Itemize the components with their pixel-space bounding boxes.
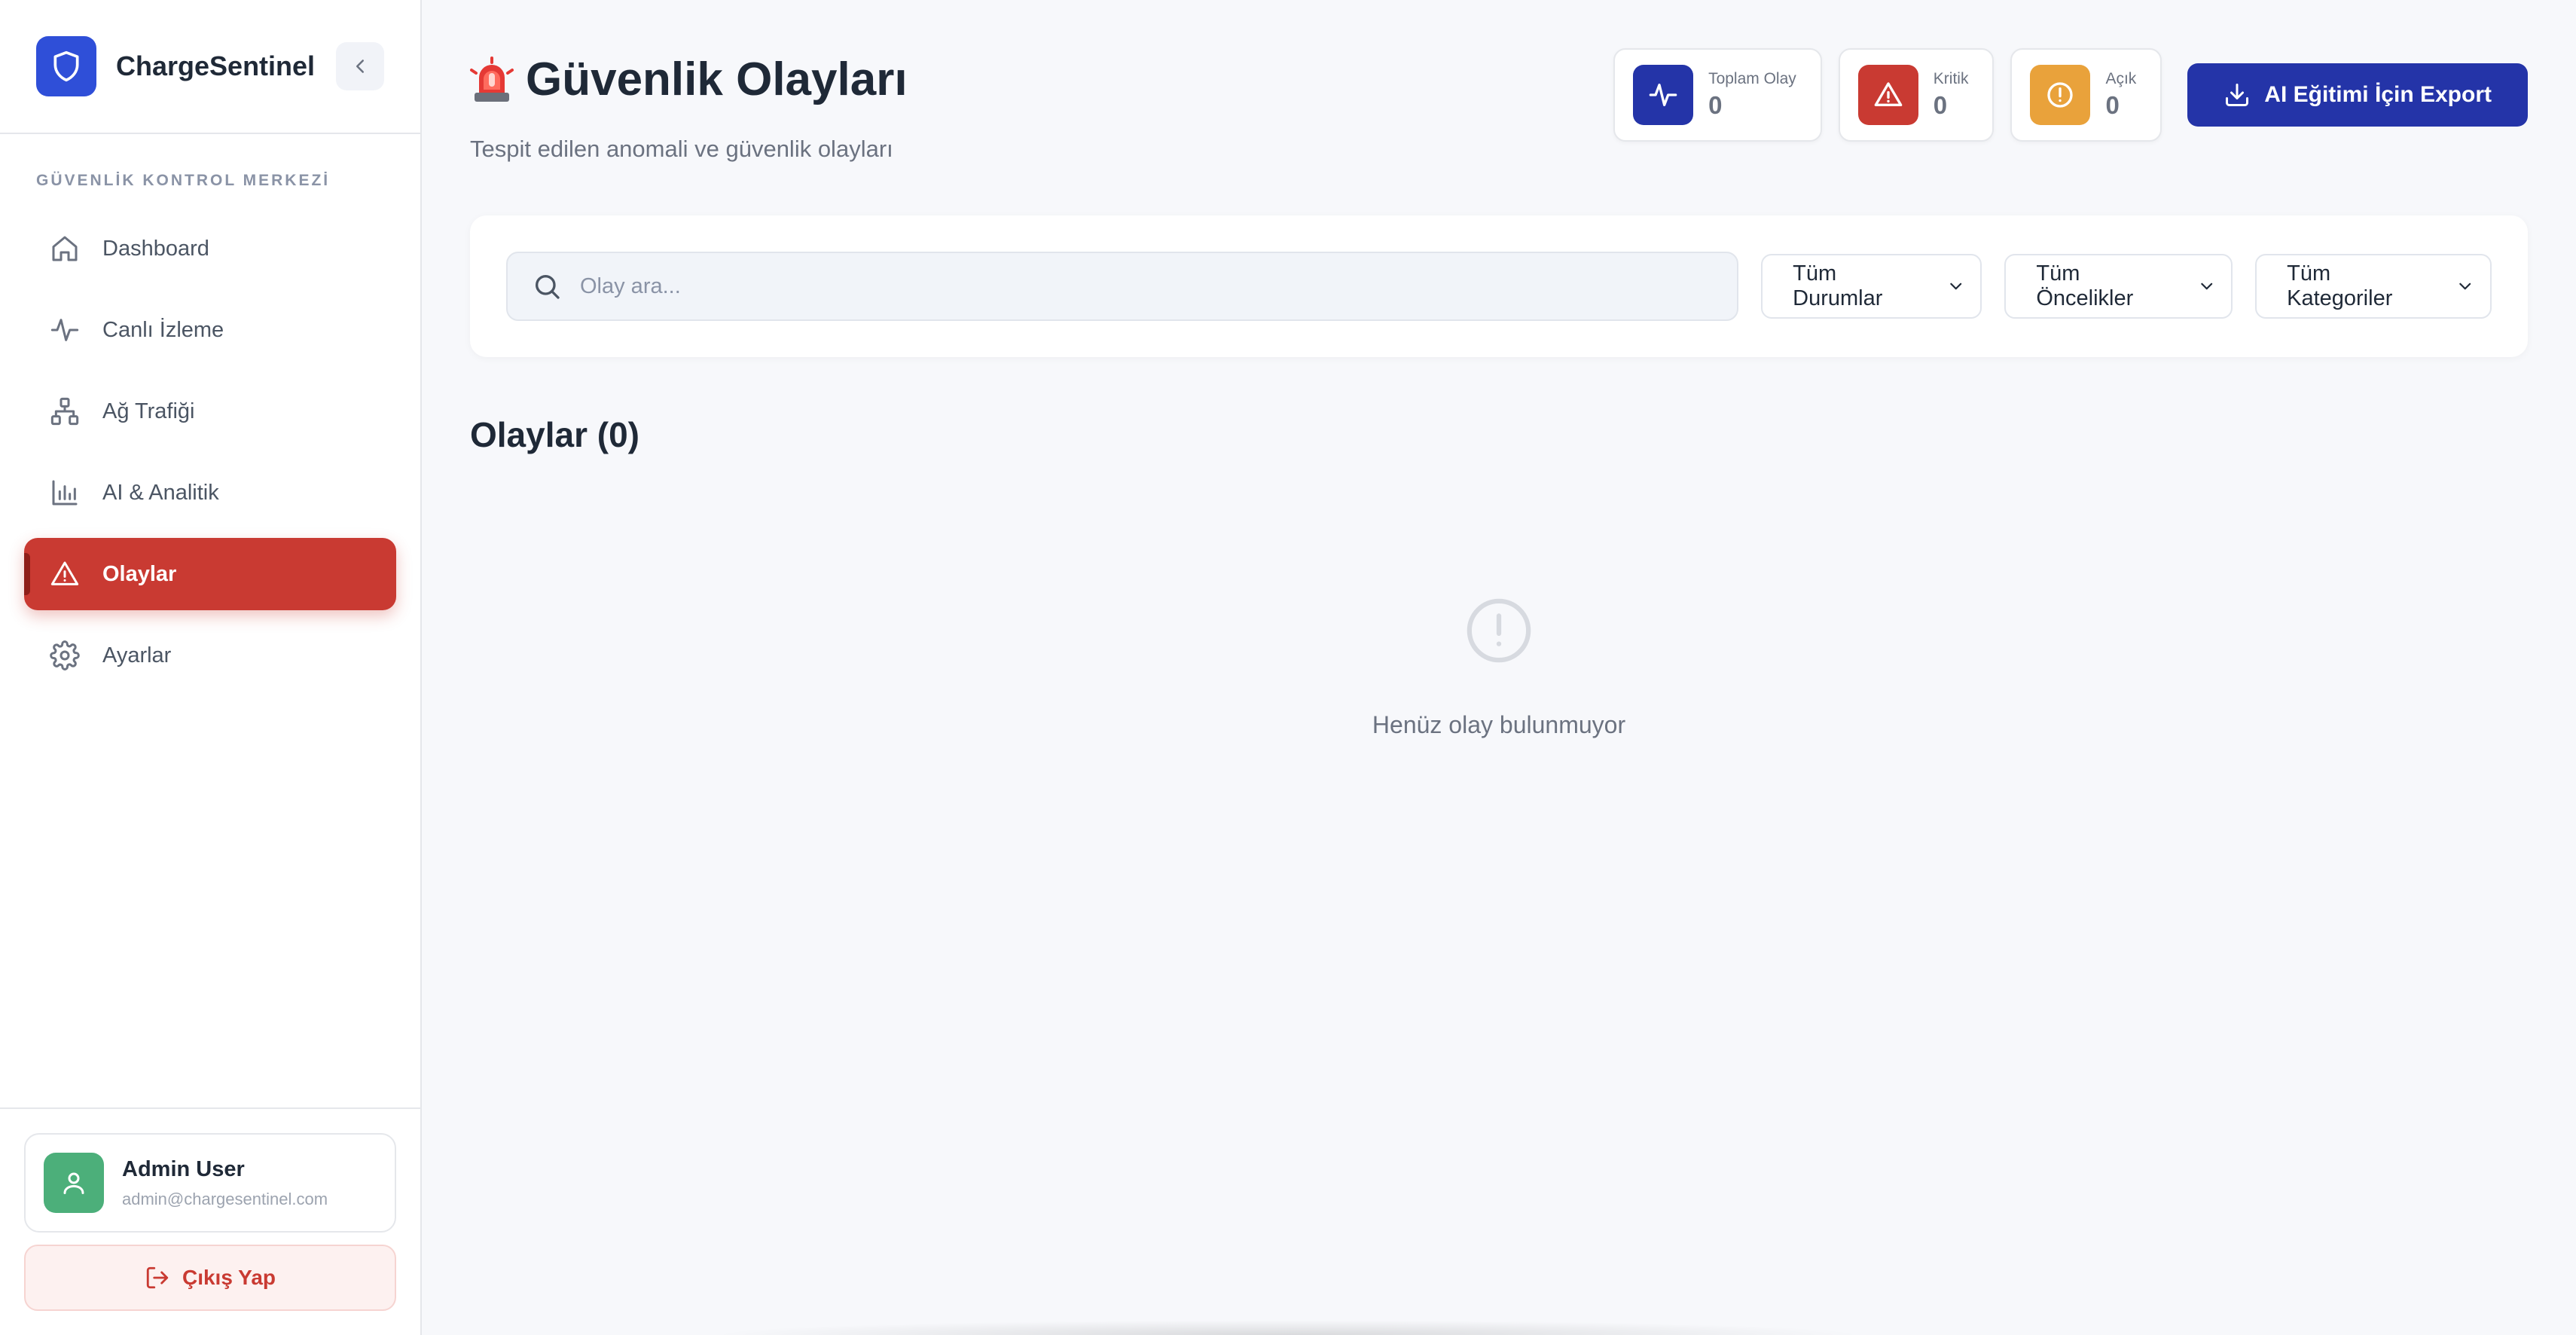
siren-icon	[470, 56, 514, 102]
category-select[interactable]: Tüm Kategoriler	[2255, 254, 2492, 319]
export-label: AI Eğitimi İçin Export	[2264, 82, 2492, 107]
app-root: ChargeSentinel GÜVENLİK KONTROL MERKEZİ …	[0, 0, 2576, 1335]
sidebar-item-label: Ayarlar	[102, 643, 172, 668]
logout-label: Çıkış Yap	[182, 1266, 276, 1289]
empty-state: Henüz olay bulunmuyor	[422, 595, 2576, 739]
empty-state-text: Henüz olay bulunmuyor	[1372, 711, 1626, 738]
sidebar-item-events[interactable]: Olaylar	[24, 538, 396, 610]
filter-panel: Tüm Durumlar Tüm Öncelikler Tüm Kategori…	[470, 215, 2528, 357]
sidebar: ChargeSentinel GÜVENLİK KONTROL MERKEZİ …	[0, 0, 422, 1335]
bottom-shadow	[708, 1320, 1868, 1335]
warning-triangle-icon	[48, 558, 81, 591]
sidebar-item-network-traffic[interactable]: Ağ Trafiği	[24, 375, 396, 448]
collapse-sidebar-button[interactable]	[336, 42, 384, 90]
activity-icon	[48, 313, 81, 347]
stat-value: 0	[1933, 91, 1948, 119]
alert-circle-icon	[2030, 65, 2091, 125]
status-select[interactable]: Tüm Durumlar	[1761, 254, 1982, 319]
stat-text: Açık 0	[2105, 70, 2136, 120]
shield-icon	[36, 36, 96, 96]
page-title-row: Güvenlik Olayları	[470, 53, 908, 106]
gear-icon	[48, 639, 81, 672]
sidebar-item-label: Olaylar	[102, 561, 177, 586]
export-button[interactable]: AI Eğitimi İçin Export	[2187, 63, 2528, 127]
sidebar-nav: Dashboard Canlı İzleme Ağ Trafiği AI & A…	[0, 212, 420, 692]
user-email: admin@chargesentinel.com	[122, 1189, 328, 1208]
sidebar-item-ai-analytics[interactable]: AI & Analitik	[24, 457, 396, 529]
stat-label: Kritik	[1933, 70, 1969, 87]
section-title: GÜVENLİK KONTROL MERKEZİ	[36, 172, 331, 189]
home-icon	[48, 232, 81, 265]
stat-text: Toplam Olay 0	[1708, 70, 1796, 120]
stat-value: 0	[2105, 91, 2120, 119]
chevron-down-icon	[2459, 283, 2471, 290]
user-info: Admin User admin@chargesentinel.com	[122, 1157, 328, 1209]
logout-icon	[146, 1266, 169, 1289]
sidebar-item-dashboard[interactable]: Dashboard	[24, 212, 396, 285]
alert-circle-icon	[1467, 598, 1531, 663]
sidebar-item-settings[interactable]: Ayarlar	[24, 619, 396, 692]
events-section-title: Olaylar (0)	[470, 415, 639, 454]
stat-card-open: Açık 0	[2010, 48, 2162, 142]
warning-triangle-icon	[1857, 65, 1918, 125]
user-name: Admin User	[122, 1156, 245, 1181]
user-icon	[63, 1172, 84, 1194]
priority-select-value: Tüm Öncelikler	[2036, 261, 2134, 310]
chevron-left-icon	[356, 60, 364, 73]
sidebar-item-label: AI & Analitik	[102, 480, 219, 505]
priority-select[interactable]: Tüm Öncelikler	[2004, 254, 2233, 319]
stats-bar: Toplam Olay 0 Kritik 0 Açık 0 AI Eğitimi…	[1613, 48, 2528, 142]
main-content: Güvenlik Olayları Tespit edilen anomali …	[422, 0, 2576, 1335]
activity-icon	[1633, 65, 1694, 125]
stat-text: Kritik 0	[1934, 70, 1969, 120]
network-icon	[48, 395, 81, 428]
stat-label: Toplam Olay	[1708, 70, 1796, 87]
brand-name: ChargeSentinel	[116, 50, 316, 81]
sidebar-item-label: Ağ Trafiği	[102, 399, 195, 423]
sidebar-item-label: Dashboard	[102, 236, 209, 261]
stat-label: Açık	[2105, 70, 2137, 87]
search-input[interactable]	[580, 273, 1710, 299]
stat-value: 0	[1708, 91, 1723, 119]
stat-card-total-events: Toplam Olay 0	[1613, 48, 1822, 142]
status-select-value: Tüm Durumlar	[1793, 261, 1883, 310]
sidebar-item-live-monitoring[interactable]: Canlı İzleme	[24, 294, 396, 366]
search-icon	[536, 275, 560, 299]
logout-button[interactable]: Çıkış Yap	[24, 1245, 396, 1311]
category-select-value: Tüm Kategoriler	[2287, 261, 2393, 310]
download-icon	[2226, 84, 2249, 106]
page-title: Güvenlik Olayları	[526, 53, 908, 105]
page-subtitle: Tespit edilen anomali ve güvenlik olayla…	[470, 136, 893, 162]
sidebar-footer: Admin User admin@chargesentinel.com Çıkı…	[0, 1107, 420, 1335]
bar-chart-icon	[48, 476, 81, 509]
sidebar-item-label: Canlı İzleme	[102, 317, 224, 342]
page-header: Güvenlik Olayları Tespit edilen anomali …	[470, 0, 2528, 215]
chevron-down-icon	[1950, 283, 1962, 290]
avatar	[44, 1153, 104, 1213]
user-card[interactable]: Admin User admin@chargesentinel.com	[24, 1133, 396, 1233]
brand-header: ChargeSentinel	[0, 0, 420, 134]
search-box	[506, 252, 1739, 321]
chevron-down-icon	[2200, 283, 2212, 290]
stat-card-critical: Kritik 0	[1838, 48, 1995, 142]
